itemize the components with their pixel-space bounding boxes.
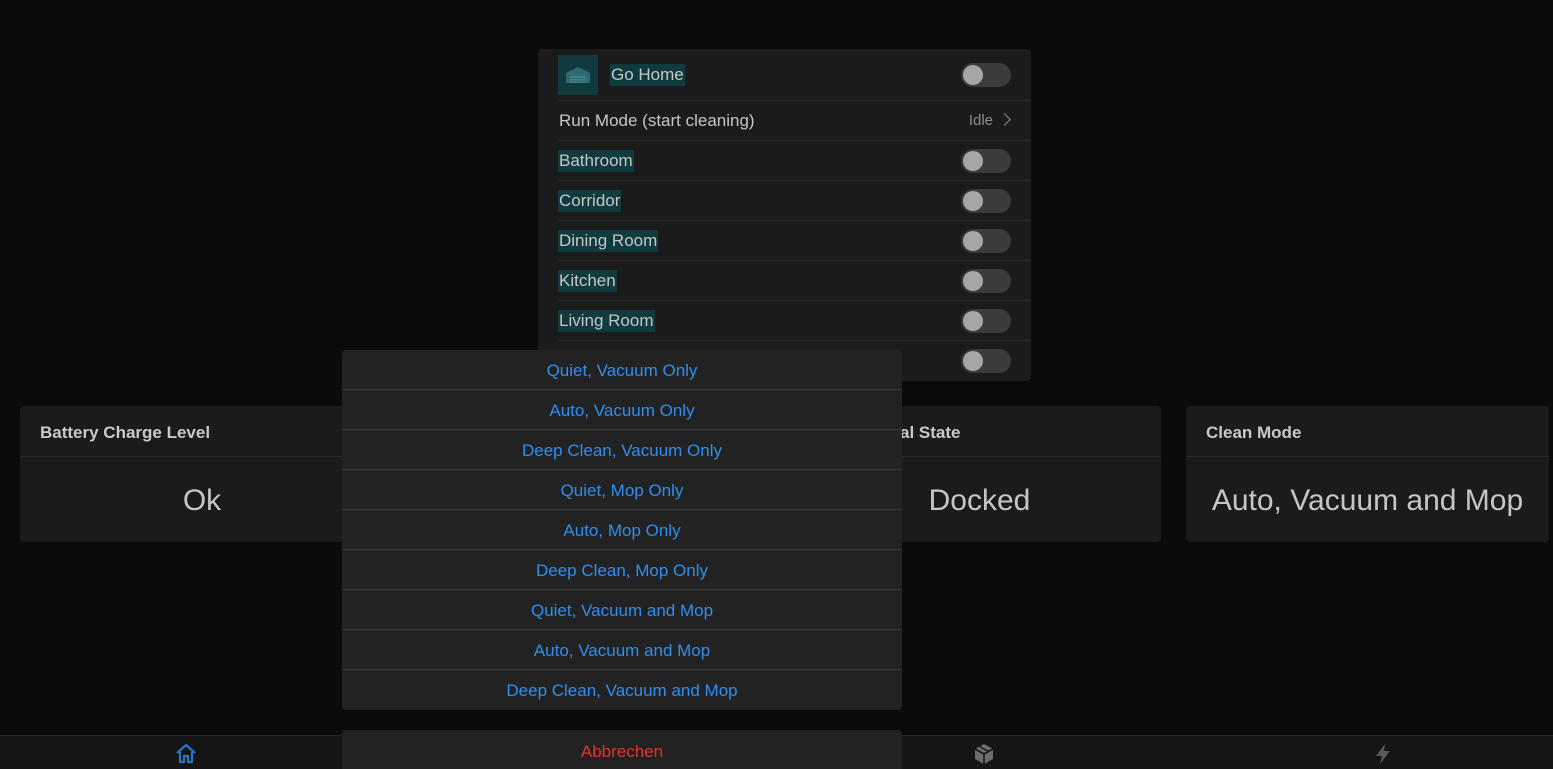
operational-state-title: al State (900, 423, 961, 442)
room-row-kitchen[interactable]: Kitchen (558, 261, 1031, 301)
home-icon[interactable] (174, 742, 198, 766)
run-mode-value: Idle (968, 112, 993, 129)
option-auto-mop-only[interactable]: Auto, Mop Only (342, 510, 902, 550)
room-row-bathroom[interactable]: Bathroom (558, 141, 1031, 181)
option-quiet-vacuum-and-mop[interactable]: Quiet, Vacuum and Mop (342, 590, 902, 630)
room-toggle[interactable] (961, 149, 1011, 173)
go-home-label: Go Home (610, 64, 685, 86)
room-toggle[interactable] (961, 309, 1011, 333)
run-mode-label: Run Mode (start cleaning) (559, 111, 755, 130)
clean-mode-options-sheet: Quiet, Vacuum Only Auto, Vacuum Only Dee… (342, 350, 902, 710)
room-label: Corridor (558, 190, 622, 212)
clean-mode-value: Auto, Vacuum and Mop (1211, 484, 1524, 517)
room-label: Kitchen (558, 270, 617, 292)
automation-icon[interactable] (1371, 742, 1395, 766)
option-deep-clean-vacuum-only[interactable]: Deep Clean, Vacuum Only (342, 430, 902, 470)
cube-icon[interactable] (972, 742, 996, 766)
option-deep-clean-mop-only[interactable]: Deep Clean, Mop Only (342, 550, 902, 590)
battery-card-title: Battery Charge Level (40, 423, 211, 442)
room-toggle[interactable] (961, 349, 1011, 373)
card-divider (1186, 456, 1549, 457)
device-card: Go Home Run Mode (start cleaning) Idle B… (538, 49, 1031, 381)
card-divider (20, 456, 384, 457)
go-home-toggle[interactable] (961, 63, 1011, 87)
room-toggle[interactable] (961, 189, 1011, 213)
clean-mode-card[interactable]: Clean Mode Auto, Vacuum and Mop (1186, 406, 1549, 542)
room-row-corridor[interactable]: Corridor (558, 181, 1031, 221)
room-toggle[interactable] (961, 269, 1011, 293)
option-quiet-vacuum-only[interactable]: Quiet, Vacuum Only (342, 350, 902, 390)
run-mode-row[interactable]: Run Mode (start cleaning) Idle (558, 101, 1031, 141)
battery-card[interactable]: Battery Charge Level Ok (20, 406, 384, 542)
option-deep-clean-vacuum-and-mop[interactable]: Deep Clean, Vacuum and Mop (342, 670, 902, 710)
room-row-dining-room[interactable]: Dining Room (558, 221, 1031, 261)
garage-icon (558, 55, 598, 95)
chevron-right-icon (998, 113, 1011, 126)
clean-mode-title: Clean Mode (1206, 423, 1302, 442)
room-label: Bathroom (558, 150, 634, 172)
room-label: Dining Room (558, 230, 659, 252)
option-auto-vacuum-and-mop[interactable]: Auto, Vacuum and Mop (342, 630, 902, 670)
room-row-living-room[interactable]: Living Room (558, 301, 1031, 341)
room-label: Living Room (558, 310, 655, 332)
app-root: Go Home Run Mode (start cleaning) Idle B… (0, 0, 1553, 769)
battery-card-value: Ok (182, 484, 222, 517)
go-home-row[interactable]: Go Home (558, 49, 1031, 101)
cancel-button[interactable]: Abbrechen (342, 730, 902, 769)
option-auto-vacuum-only[interactable]: Auto, Vacuum Only (342, 390, 902, 430)
room-toggle[interactable] (961, 229, 1011, 253)
option-quiet-mop-only[interactable]: Quiet, Mop Only (342, 470, 902, 510)
